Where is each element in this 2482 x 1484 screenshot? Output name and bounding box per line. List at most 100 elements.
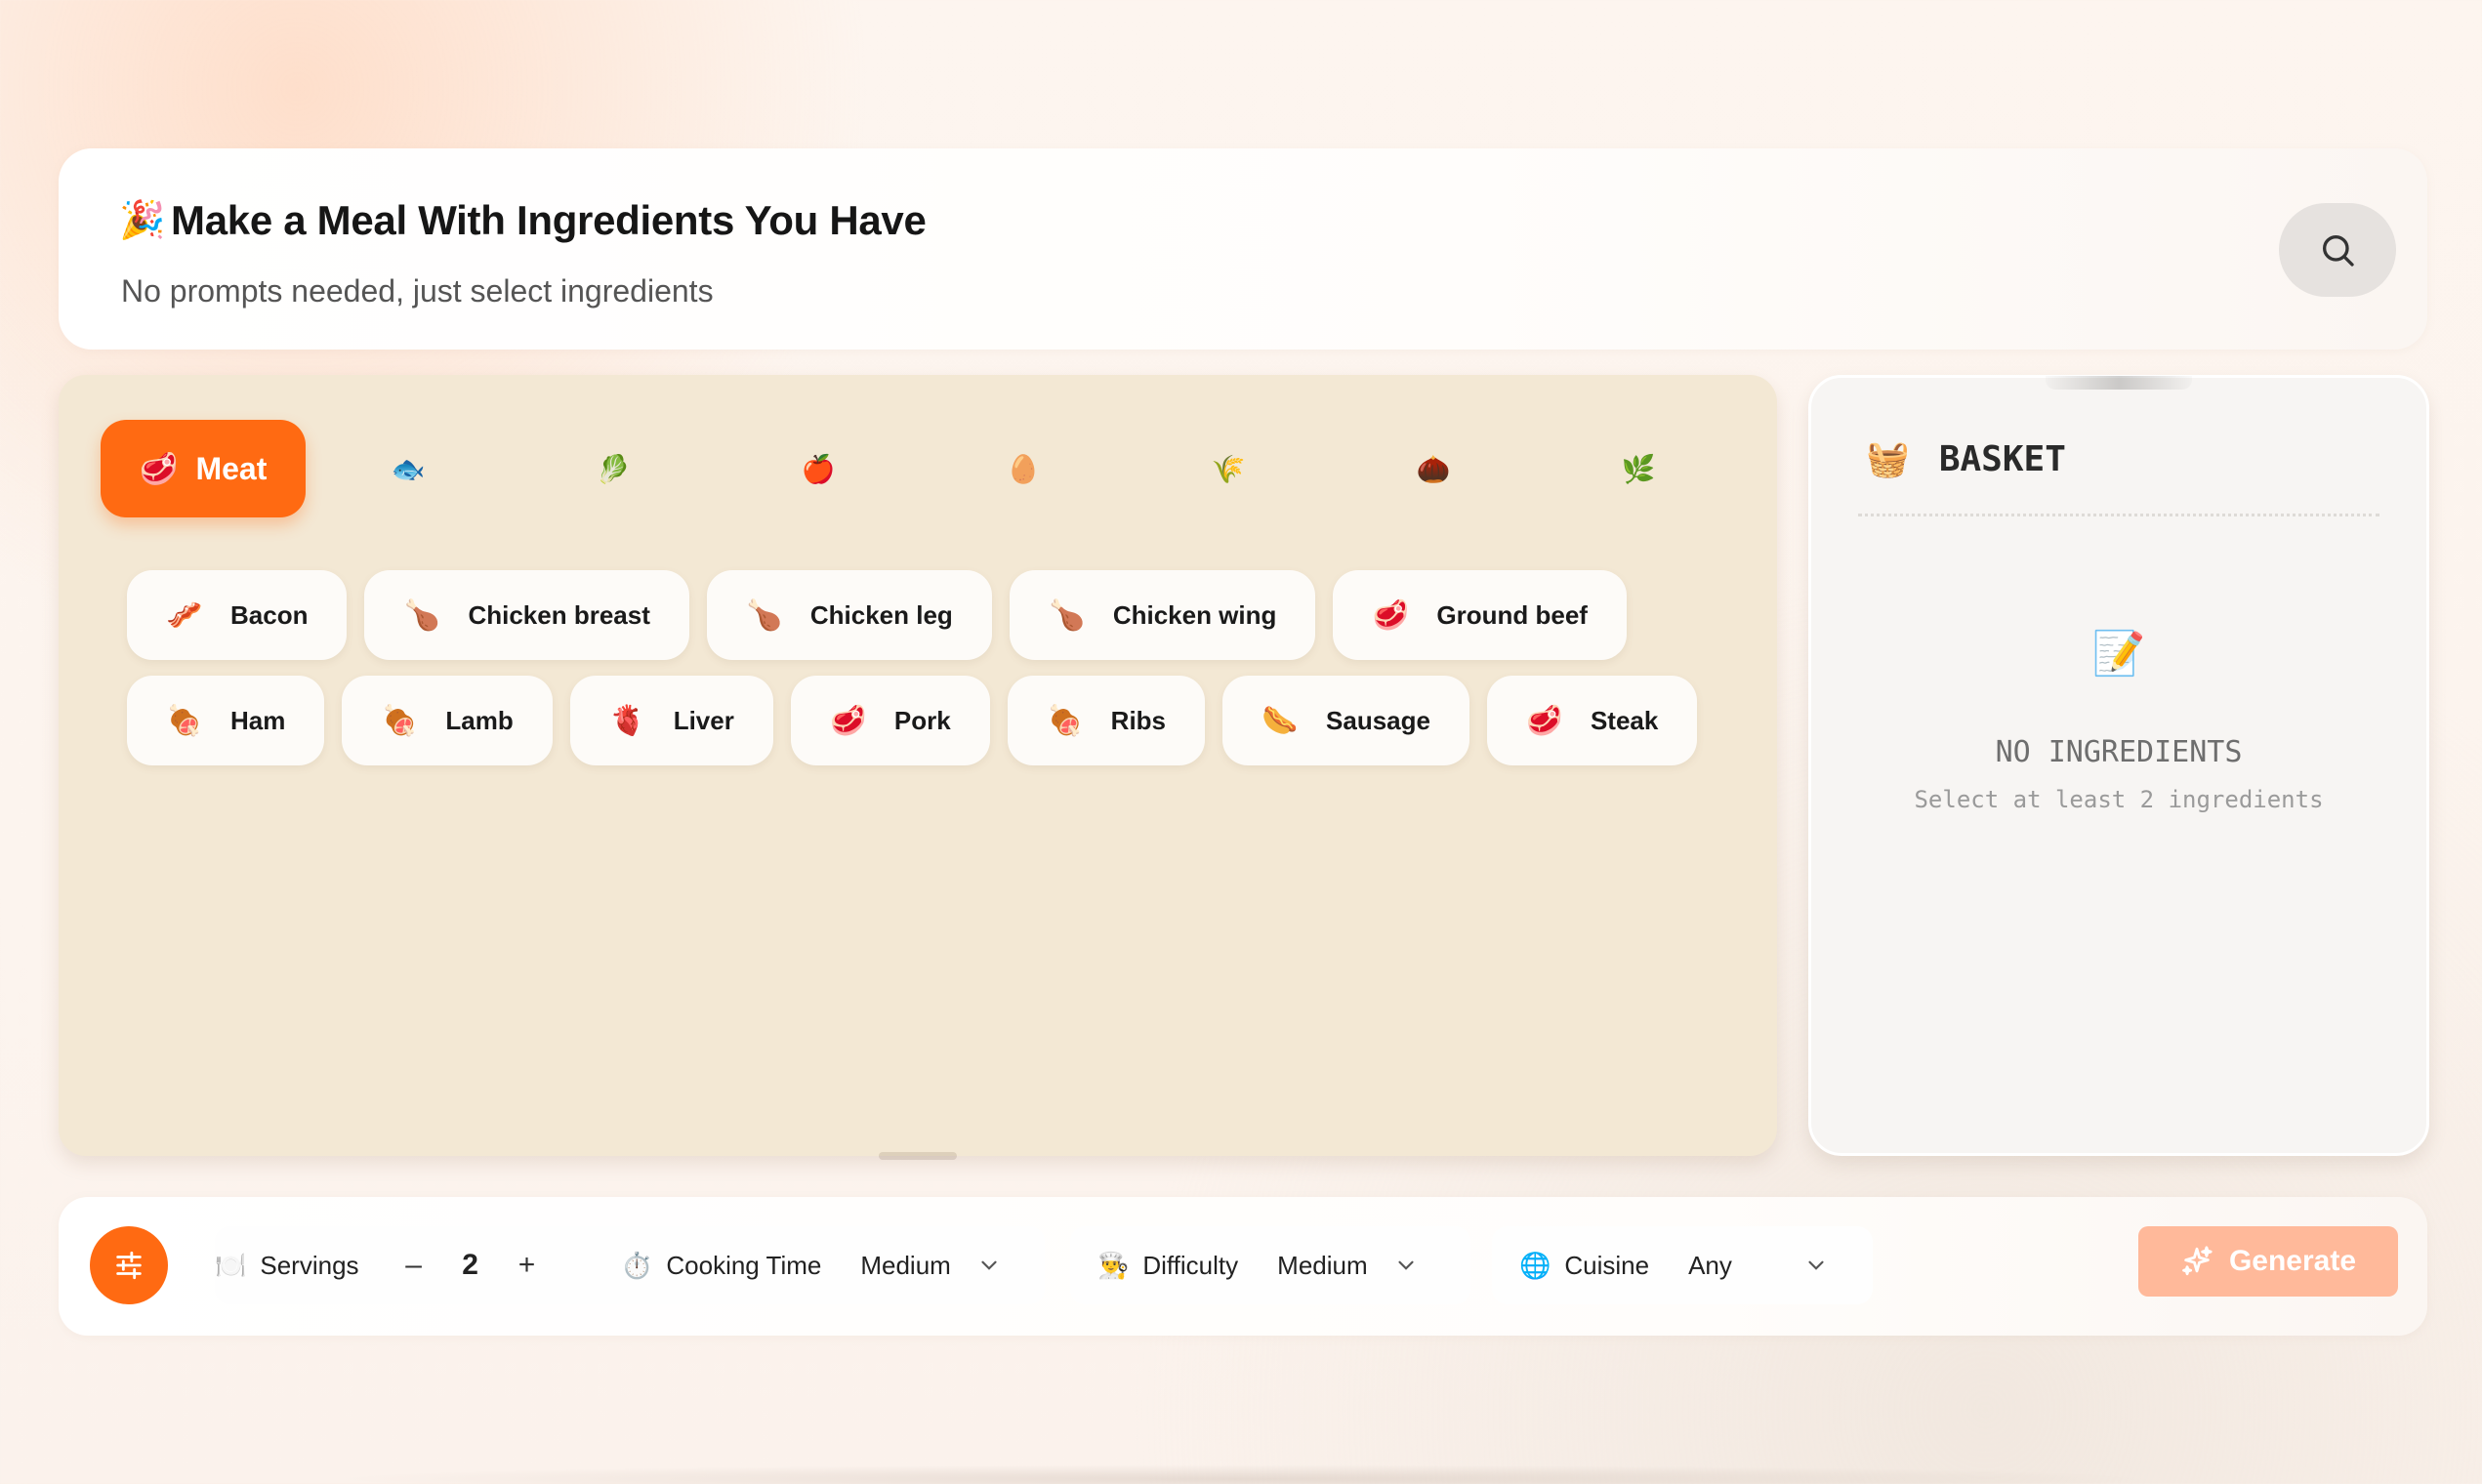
cuisine-value: Any (1688, 1250, 1732, 1280)
ingredient-chip-chicken-wing[interactable]: 🍗 Chicken wing (1009, 570, 1316, 660)
steak-icon: 🥩 (1526, 704, 1563, 737)
apple-icon: 🍎 (801, 453, 836, 484)
ingredient-chip-liver[interactable]: 🫀 Liver (569, 676, 773, 765)
bottom-shadow (322, 1464, 2160, 1484)
ingredient-chip-lamb[interactable]: 🍖 Lamb (342, 676, 553, 765)
leafy-green-icon: 🥬 (596, 453, 631, 484)
globe-icon: 🌐 (1519, 1250, 1551, 1280)
sliders-icon (116, 1251, 142, 1280)
search-icon (2323, 235, 2354, 267)
difficulty-value: Medium (1277, 1250, 1368, 1280)
generate-label: Generate (2228, 1245, 2357, 1277)
plate-icon: 🍽️ (215, 1250, 247, 1280)
cooking-time-label: Cooking Time (666, 1250, 822, 1280)
servings-control: 🍽️ Servings – 2 + (215, 1226, 625, 1304)
tab-vegetables[interactable]: 🥬 (511, 420, 716, 517)
sparkles-icon (2182, 1246, 2213, 1276)
chevron-down-icon (1808, 1260, 1824, 1270)
servings-label: Servings (260, 1250, 359, 1280)
ingredient-row-1: 🥓 Bacon 🍗 Chicken breast 🍗 Chicken leg 🍗… (127, 570, 1627, 660)
sausage-icon: 🌭 (1262, 704, 1299, 737)
ingredient-chip-ribs[interactable]: 🍖 Ribs (1007, 676, 1206, 765)
page-subtitle: No prompts needed, just select ingredien… (121, 273, 714, 309)
tab-fish[interactable]: 🐟 (306, 420, 511, 517)
grain-icon: 🌾 (1211, 453, 1246, 484)
panel-resize-handle (879, 1152, 957, 1160)
servings-value: 2 (462, 1249, 478, 1281)
header-card: 🎉 Make a Meal With Ingredients You Have … (59, 148, 2427, 350)
ingredient-chip-ground-beef[interactable]: 🥩 Ground beef (1333, 570, 1627, 660)
meat-icon: 🥩 (139, 451, 179, 486)
ingredient-chip-chicken-leg[interactable]: 🍗 Chicken leg (706, 570, 992, 660)
ingredient-label: Pork (893, 705, 951, 735)
generate-button[interactable]: Generate (2138, 1226, 2398, 1297)
ingredient-label: Ham (230, 705, 286, 735)
difficulty-select[interactable]: 👨‍🍳 Difficulty Medium (1070, 1226, 1470, 1304)
chicken-wing-icon: 🍗 (1049, 598, 1086, 632)
ingredients-panel: 🥩 Meat 🐟 🥬 🍎 🥚 🌾 🌰 🌿 🥓 Bacon 🍗 Chicken b… (59, 375, 1777, 1160)
chestnut-icon: 🌰 (1416, 453, 1451, 484)
basket-panel: 🧺 BASKET 📝 NO INGREDIENTS Select at leas… (1808, 375, 2429, 1156)
tab-eggs[interactable]: 🥚 (921, 420, 1126, 517)
ingredient-label: Liver (673, 705, 734, 735)
ingredient-label: Lamb (445, 705, 514, 735)
ingredient-label: Sausage (1326, 705, 1430, 735)
search-button[interactable] (2279, 203, 2396, 297)
ground-beef-icon: 🥩 (1372, 598, 1410, 632)
ingredient-label: Ribs (1110, 705, 1167, 735)
ingredient-chip-bacon[interactable]: 🥓 Bacon (127, 570, 348, 660)
chef-hat-icon: 👨‍🍳 (1097, 1250, 1130, 1280)
servings-increment-button[interactable]: + (508, 1249, 547, 1282)
tab-meat[interactable]: 🥩 Meat (101, 420, 306, 517)
ingredient-chip-ham[interactable]: 🍖 Ham (127, 676, 325, 765)
basket-handle (2046, 376, 2192, 390)
difficulty-label: Difficulty (1142, 1250, 1239, 1280)
cuisine-select[interactable]: 🌐 Cuisine Any (1492, 1226, 1873, 1304)
ham-icon: 🍖 (166, 704, 203, 737)
filters-button[interactable] (90, 1226, 168, 1304)
chicken-leg-icon: 🍗 (746, 598, 783, 632)
ingredient-chip-chicken-breast[interactable]: 🍗 Chicken breast (364, 570, 689, 660)
fish-icon: 🐟 (391, 453, 426, 484)
tab-herbs[interactable]: 🌿 (1536, 420, 1741, 517)
category-tabs: 🥩 Meat 🐟 🥬 🍎 🥚 🌾 🌰 🌿 (101, 420, 1741, 517)
ingredient-chip-pork[interactable]: 🥩 Pork (790, 676, 990, 765)
ingredient-label: Chicken wing (1112, 599, 1277, 630)
basket-title: 🧺 BASKET (1866, 438, 2066, 480)
lamb-icon: 🍖 (381, 704, 419, 737)
ingredient-label: Chicken breast (468, 599, 650, 630)
basket-empty-title: NO INGREDIENTS (1995, 735, 2243, 769)
page-title-text: Make a Meal With Ingredients You Have (171, 197, 927, 243)
memo-icon: 📝 (2091, 630, 2146, 678)
ingredient-label: Ground beef (1436, 599, 1588, 630)
chicken-breast-icon: 🍗 (403, 598, 441, 632)
stopwatch-icon: ⏱️ (621, 1250, 653, 1280)
ingredient-label: Bacon (230, 599, 309, 630)
ingredient-chip-steak[interactable]: 🥩 Steak (1486, 676, 1698, 765)
ingredient-chip-sausage[interactable]: 🌭 Sausage (1222, 676, 1469, 765)
cooking-time-select[interactable]: ⏱️ Cooking Time Medium (594, 1226, 1045, 1304)
servings-decrement-button[interactable]: – (394, 1249, 434, 1282)
basket-empty-hint: Select at least 2 ingredients (1914, 786, 2324, 813)
cuisine-label: Cuisine (1564, 1250, 1650, 1280)
ingredient-label: Steak (1590, 705, 1659, 735)
chevron-down-icon (981, 1260, 997, 1270)
cooking-time-value: Medium (860, 1250, 951, 1280)
bacon-icon: 🥓 (166, 598, 203, 632)
ribs-icon: 🍖 (1047, 704, 1084, 737)
ingredient-label: Chicken leg (809, 599, 953, 630)
pork-icon: 🥩 (830, 704, 867, 737)
herb-icon: 🌿 (1621, 453, 1656, 484)
party-popper-icon: 🎉 (119, 200, 166, 241)
tab-grains[interactable]: 🌾 (1126, 420, 1331, 517)
liver-icon: 🫀 (609, 704, 646, 737)
tab-fruits[interactable]: 🍎 (716, 420, 921, 517)
basket-title-text: BASKET (1938, 438, 2066, 479)
basket-icon: 🧺 (1866, 439, 1910, 479)
page-title: 🎉 Make a Meal With Ingredients You Have (119, 197, 927, 244)
tab-nuts[interactable]: 🌰 (1331, 420, 1536, 517)
controls-bar: 🍽️ Servings – 2 + ⏱️ Cooking Time Medium… (59, 1197, 2427, 1336)
basket-divider (1858, 514, 2379, 516)
ingredient-row-2: 🍖 Ham 🍖 Lamb 🫀 Liver 🥩 Pork 🍖 Ribs 🌭 Sau… (127, 676, 1698, 765)
egg-icon: 🥚 (1006, 453, 1041, 484)
